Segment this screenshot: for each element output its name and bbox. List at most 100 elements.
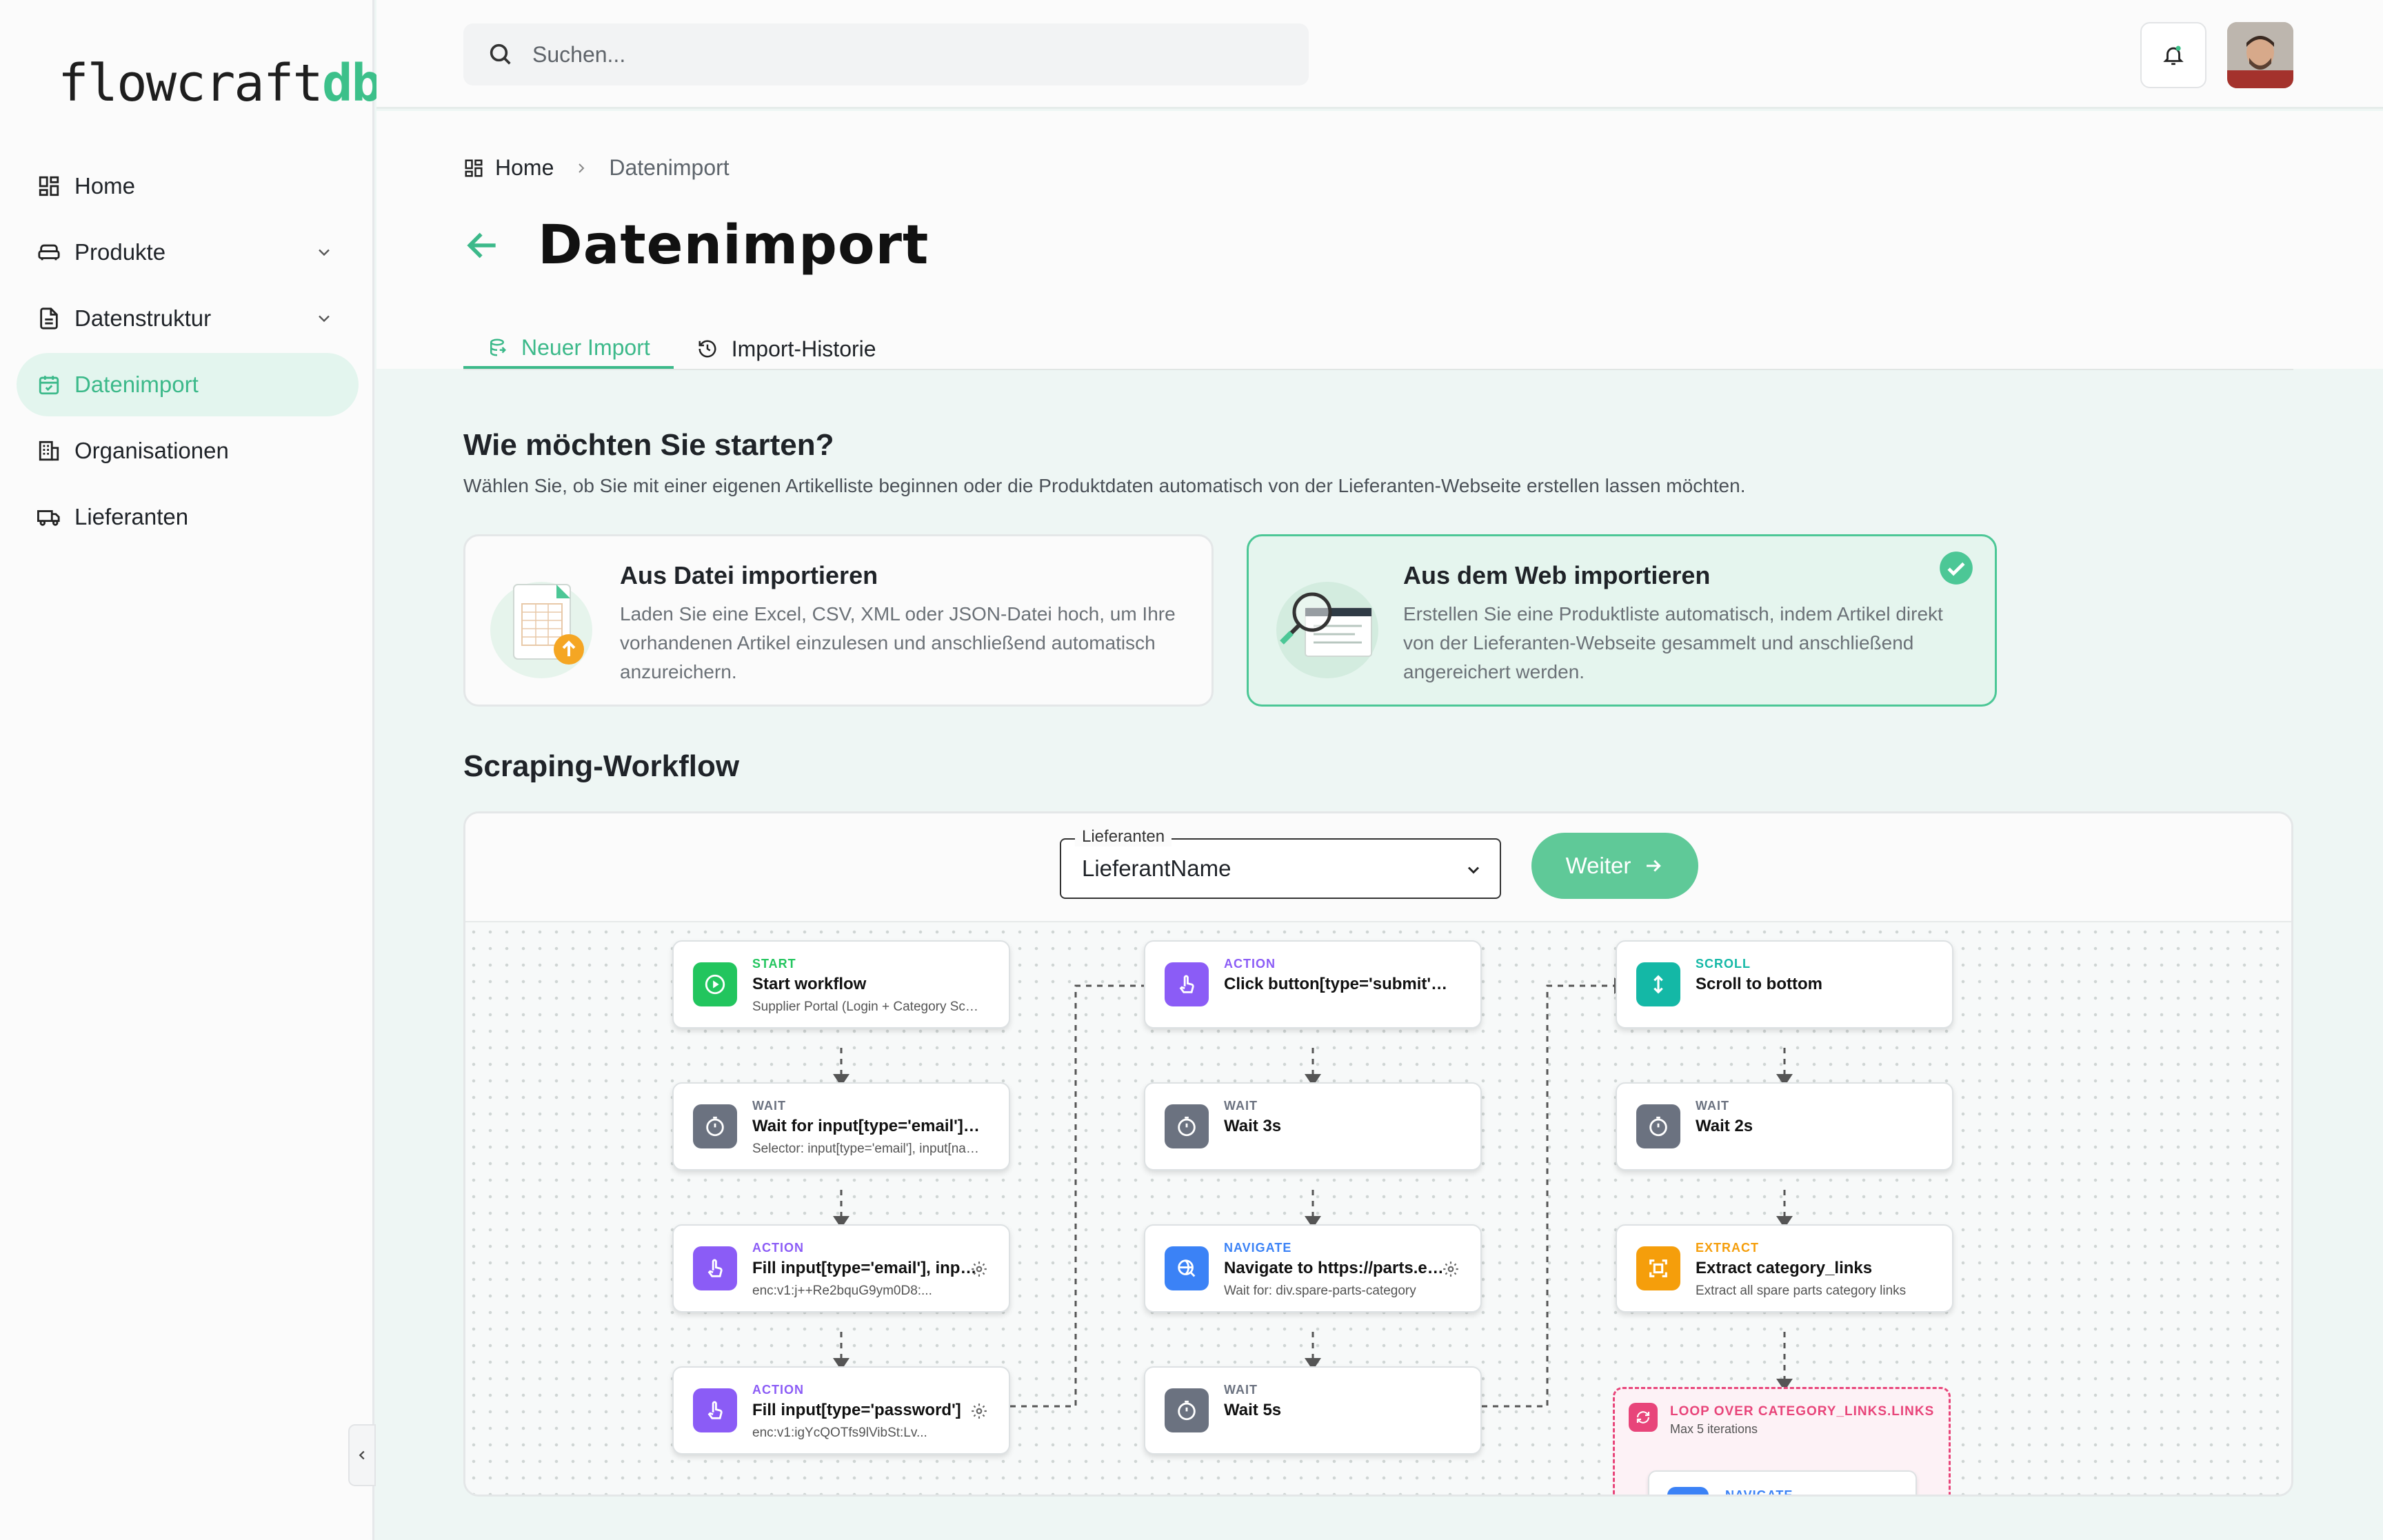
next-button[interactable]: Weiter [1531,833,1698,899]
main-content: Home Datenimport Datenimport Neuer Impor… [376,111,2383,1540]
bell-icon [2163,45,2184,65]
workflow-node-wait[interactable]: WAIT Wait for input[type='email'], input… [672,1082,1010,1171]
avatar-image [2227,22,2293,88]
node-detail: Wait for: div.spare-parts-category [1224,1284,1416,1298]
sidebar-item-label: Datenstruktur [74,305,212,331]
workflow-node-start[interactable]: START Start workflow Supplier Portal (Lo… [672,940,1010,1029]
node-title: Click button[type='submit'], button [1224,975,1451,993]
building-icon [37,439,61,463]
node-detail: Extract all spare parts category links [1696,1284,1907,1298]
pointer-icon [693,1246,737,1290]
next-button-label: Weiter [1565,853,1631,878]
globe-search-icon [1165,1246,1209,1290]
sidebar-item-label: Datenimport [74,372,199,397]
sidebar-item-organisationen[interactable]: Organisationen [17,419,359,483]
globe-search-icon [1667,1487,1709,1495]
node-type: ACTION [752,1383,804,1397]
node-title: Extract category_links [1696,1259,1873,1277]
workflow-canvas[interactable]: START Start workflow Supplier Portal (Lo… [465,924,2291,1497]
chevron-down-icon [1467,867,1480,874]
sidebar-nav: Home Produkte Datenstruktur Datenimport … [17,154,359,551]
node-type: START [752,957,796,971]
workflow-loop-group[interactable]: LOOP OVER CATEGORY_LINKS.LINKS Max 5 ite… [1613,1387,1951,1497]
supplier-select-label: Lieferanten [1075,827,1172,847]
node-title: Wait 3s [1224,1117,1282,1135]
document-icon [37,307,61,330]
gear-icon[interactable] [970,1260,988,1278]
node-title: Fill input[type='password'] [752,1401,961,1419]
option-description: Erstellen Sie eine Produktliste automati… [1403,603,1943,682]
gear-icon[interactable] [1442,1260,1460,1278]
node-title: Fill input[type='email'], input[name='em… [752,1259,980,1277]
notifications-button[interactable] [2140,22,2206,88]
tab-bar: Neuer Import Import-Historie [463,329,2293,370]
loop-detail: Max 5 iterations [1670,1422,1758,1436]
workflow-node-navigate[interactable]: NAVIGATE Navigate to https://parts.examp… [1144,1224,1482,1313]
workflow-panel: Lieferanten LieferantName Weiter START S… [463,811,2293,1497]
app-logo[interactable]: flowcraftdb [58,54,382,113]
workflow-node-wait[interactable]: WAIT Wait 3s [1144,1082,1482,1171]
workflow-node-scroll[interactable]: SCROLL Scroll to bottom [1616,940,1953,1029]
option-web-import[interactable]: Aus dem Web importieren Erstellen Sie ei… [1247,534,1997,707]
node-title: Scroll to bottom [1696,975,1822,993]
chevron-right-icon [579,163,585,173]
sofa-icon [37,241,61,264]
sidebar-item-label: Lieferanten [74,504,189,529]
tab-label: Import-Historie [731,336,876,361]
supplier-select-value: LieferantName [1082,855,1231,881]
page-title: Datenimport [538,214,929,276]
search-bar[interactable] [463,23,1309,85]
back-arrow-icon[interactable] [463,226,502,265]
extract-icon [1636,1246,1680,1290]
chevron-left-icon [359,1450,365,1460]
search-icon [490,43,511,65]
breadcrumb-home-link[interactable]: Home [495,155,554,181]
workflow-heading: Scraping-Workflow [463,749,740,783]
supplier-select[interactable]: Lieferanten LieferantName [1060,827,1501,899]
tab-label: Neuer Import [521,334,650,360]
workflow-node-action[interactable]: ACTION Fill input[type='password'] enc:v… [672,1366,1010,1455]
option-description: Laden Sie eine Excel, CSV, XML oder JSON… [620,603,1176,682]
arrow-right-icon [1647,860,1662,872]
truck-icon [37,505,61,529]
tab-import-historie[interactable]: Import-Historie [674,329,900,369]
search-input[interactable] [532,41,1291,68]
node-type: EXTRACT [1696,1241,1759,1255]
workflow-node-action[interactable]: ACTION Click button[type='submit'], butt… [1144,940,1482,1029]
node-type: NAVIGATE [1725,1488,1793,1497]
node-type: ACTION [1224,957,1276,971]
node-title: Navigate to https://parts.example [1224,1259,1451,1277]
loop-type: LOOP OVER CATEGORY_LINKS.LINKS [1670,1404,1935,1419]
sidebar-collapse-button[interactable] [348,1424,376,1486]
sidebar-item-home[interactable]: Home [17,154,359,218]
tab-neuer-import[interactable]: Neuer Import [463,329,674,369]
node-detail: Selector: input[type='email'], input[nam… [752,1142,980,1156]
workflow-node-wait[interactable]: WAIT Wait 5s [1144,1366,1482,1455]
pointer-icon [1165,962,1209,1006]
chevron-down-icon[interactable] [314,243,334,262]
node-detail: enc:v1:j++Re2bquG9ym0D8:... [752,1284,932,1298]
node-type: SCROLL [1696,957,1751,971]
workflow-node-navigate[interactable]: NAVIGATE [1648,1470,1917,1497]
workflow-node-wait[interactable]: WAIT Wait 2s [1616,1082,1953,1171]
node-type: ACTION [752,1241,804,1255]
node-type: WAIT [1224,1099,1258,1113]
check-circle-icon [1940,551,1973,585]
sidebar-item-datenstruktur[interactable]: Datenstruktur [17,287,359,350]
timer-icon [693,1104,737,1148]
gear-icon[interactable] [970,1402,988,1420]
option-file-import[interactable]: Aus Datei importieren Laden Sie eine Exc… [463,534,1214,707]
sidebar-item-produkte[interactable]: Produkte [17,221,359,284]
avatar[interactable] [2227,22,2293,88]
topbar [376,0,2383,109]
workflow-node-extract[interactable]: EXTRACT Extract category_links Extract a… [1616,1224,1953,1313]
node-title: Start workflow [752,975,867,993]
file-upload-illustration-icon [490,582,592,678]
chevron-down-icon[interactable] [314,309,334,328]
sidebar-item-lieferanten[interactable]: Lieferanten [17,485,359,549]
web-search-illustration-icon [1276,582,1378,678]
sidebar-item-datenimport[interactable]: Datenimport [17,353,359,416]
workflow-node-action[interactable]: ACTION Fill input[type='email'], input[n… [672,1224,1010,1313]
node-type: WAIT [1224,1383,1258,1397]
sidebar-item-label: Produkte [74,239,166,265]
